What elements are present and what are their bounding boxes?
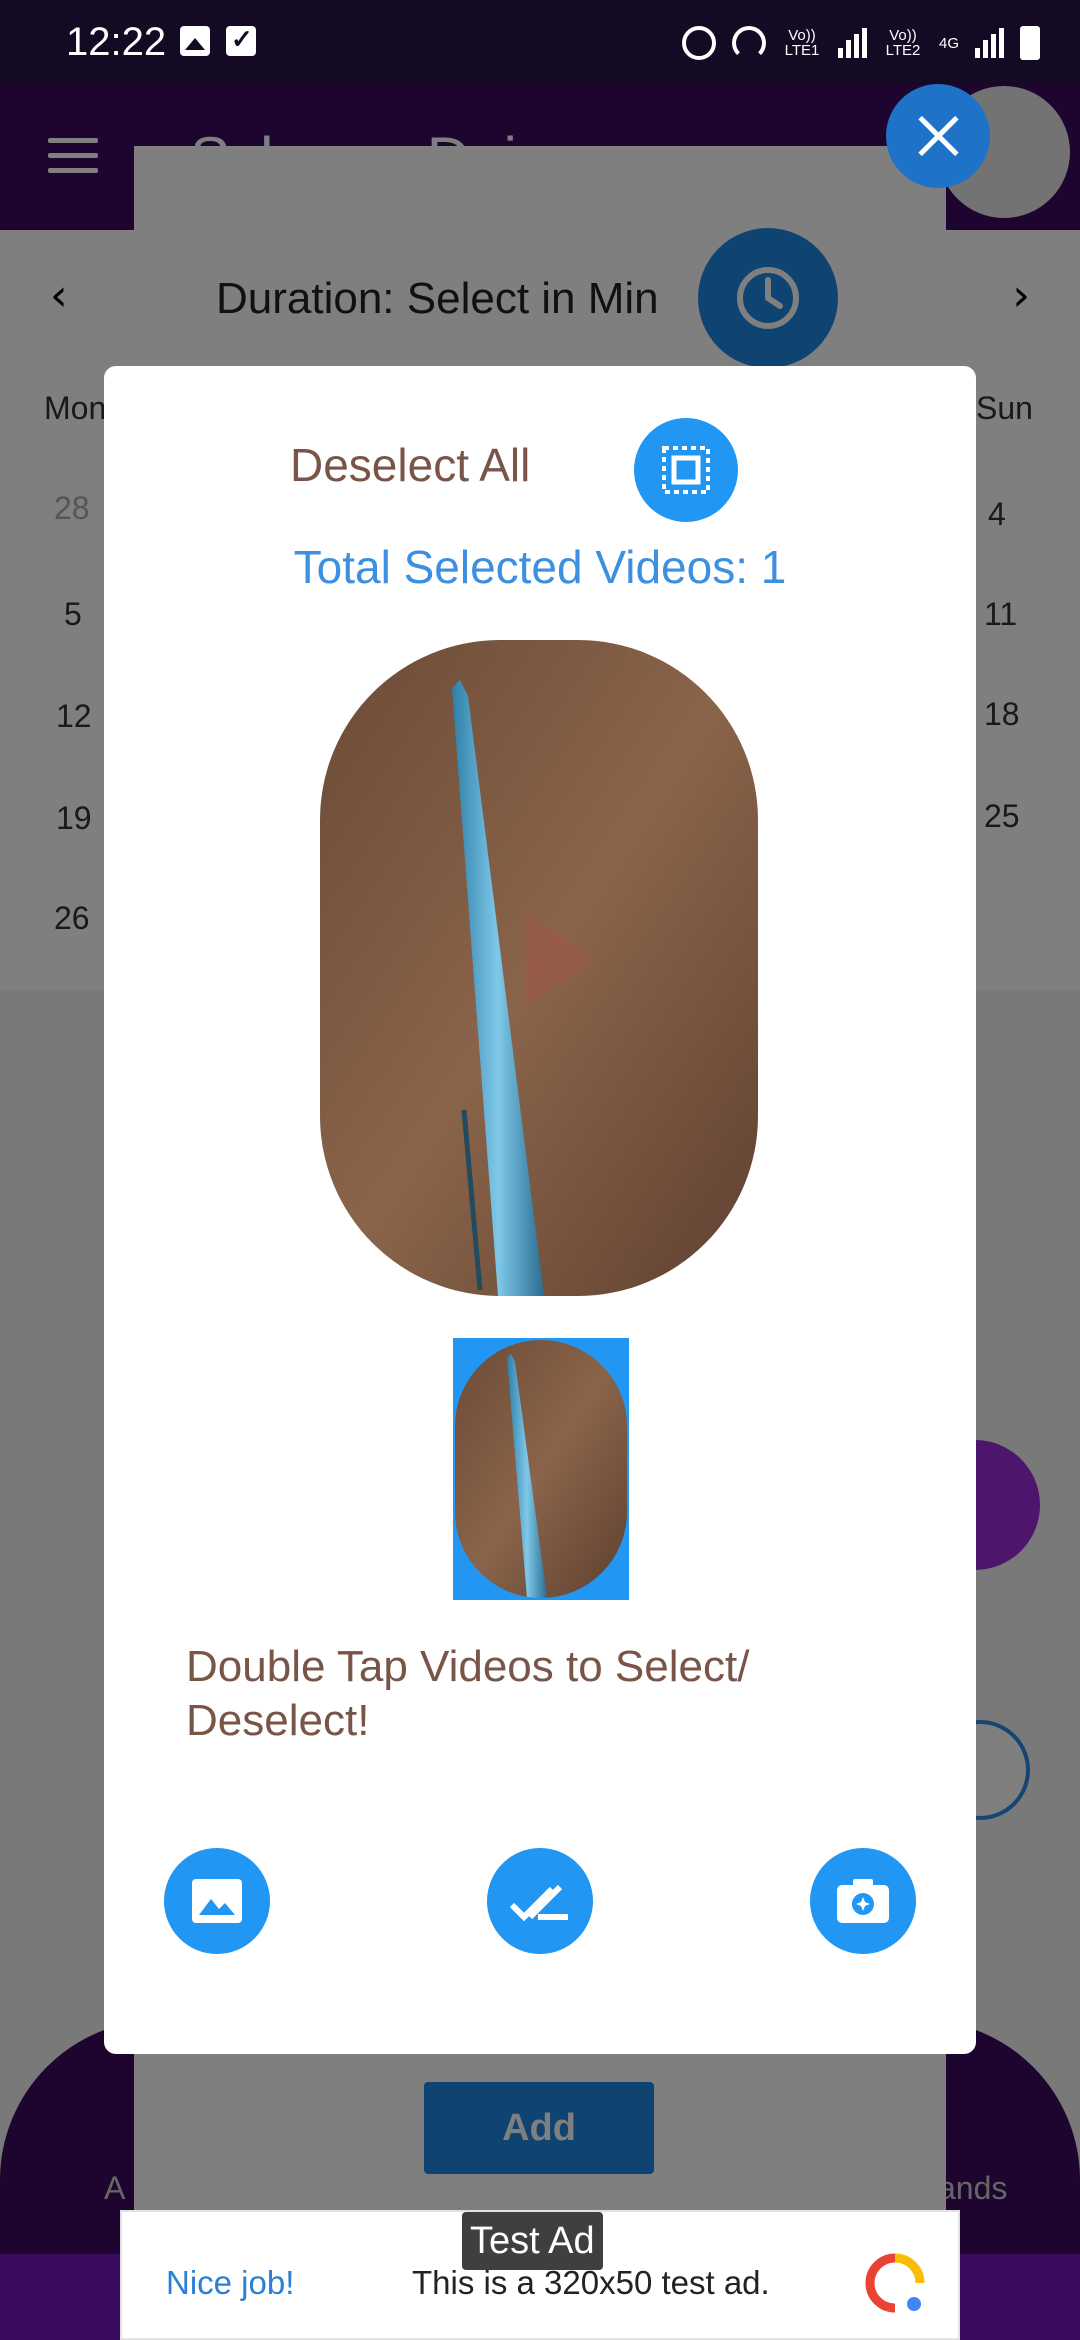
- gallery-button[interactable]: [164, 1848, 270, 1954]
- total-selected-label: Total Selected Videos: 1: [293, 541, 787, 593]
- status-bar: 12:22 Vo)) LTE1 Vo)) LTE2 4G: [0, 0, 1080, 84]
- deselect-all-button[interactable]: [634, 418, 738, 522]
- camera-icon: [837, 1879, 889, 1923]
- ad-logo-icon: [865, 2253, 925, 2313]
- video-select-dialog: Deselect All Total Selected Videos: 1 Do…: [104, 366, 976, 2054]
- thumbnail-frame: [455, 1340, 627, 1598]
- video-frame: [320, 640, 758, 1296]
- status-time: 12:22: [66, 20, 167, 64]
- status-icons: Vo)) LTE1 Vo)) LTE2 4G: [681, 20, 1040, 66]
- ad-nice-text: Nice job!: [166, 2264, 295, 2301]
- video-thumbnail: [455, 1340, 627, 1598]
- network-label-1: Vo)) LTE1: [784, 27, 820, 59]
- double-check-icon: [510, 1884, 568, 1922]
- signal-2-icon: [975, 28, 1004, 58]
- check-notification-icon: [226, 24, 256, 56]
- video-thumbnail-selected[interactable]: [453, 1338, 629, 1600]
- close-button[interactable]: [886, 84, 990, 188]
- select-all-icon: [662, 446, 710, 494]
- test-ad-label: Test Ad: [462, 2212, 603, 2270]
- hotspot-icon: [731, 26, 766, 60]
- network-type: 4G: [938, 34, 959, 52]
- network-label-2: Vo)) LTE2: [885, 27, 921, 59]
- video-preview[interactable]: [320, 640, 758, 1296]
- camera-button[interactable]: [810, 1848, 916, 1954]
- alarm-icon: [681, 26, 716, 60]
- deselect-all-label: Deselect All: [290, 439, 531, 491]
- select-hint: Double Tap Videos to Select/ Deselect!: [186, 1642, 750, 1745]
- gallery-notification-icon: [180, 26, 210, 56]
- signal-1-icon: [837, 28, 867, 58]
- battery-icon: [1020, 26, 1040, 60]
- image-icon: [192, 1879, 242, 1923]
- confirm-selection-button[interactable]: [487, 1848, 593, 1954]
